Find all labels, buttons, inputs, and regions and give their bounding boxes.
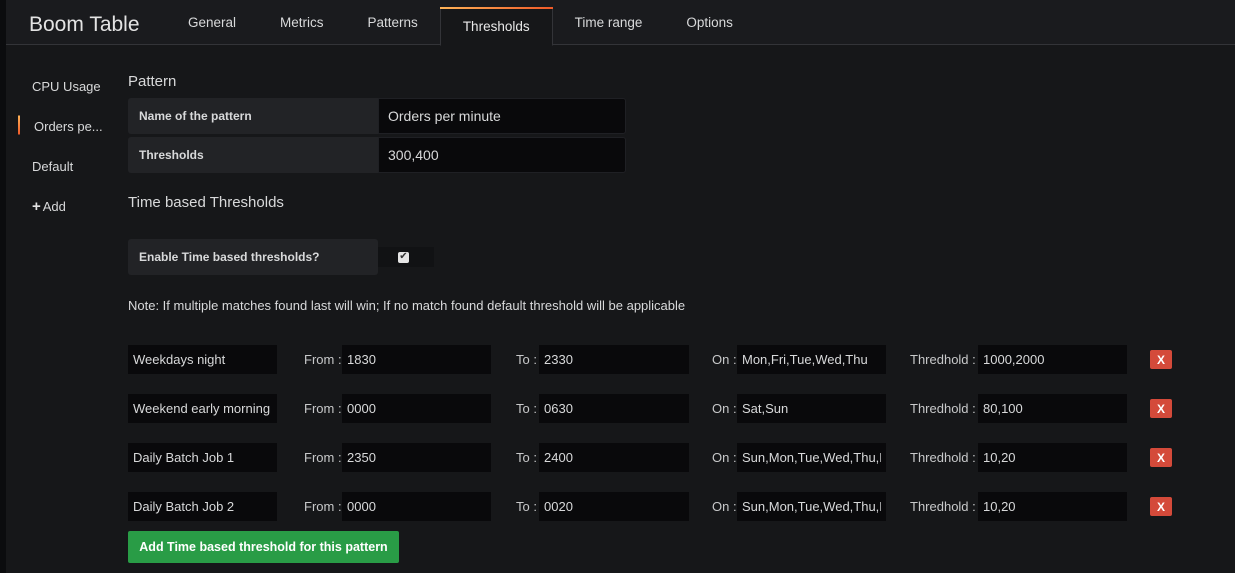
time-threshold-row: From : To : On : Thredhold : X [128,394,1188,423]
check-icon: ✔ [399,251,408,262]
tab-label: General [188,15,237,30]
tab-label: Thresholds [462,19,530,34]
pattern-thresholds-row: Thresholds [128,137,626,173]
pattern-name-input[interactable] [378,98,626,134]
to-label: To : [516,499,537,514]
tab-label: Metrics [280,15,324,30]
on-label: On : [712,499,737,514]
to-input[interactable] [539,492,689,521]
tab-time-range[interactable]: Time range [553,0,665,45]
from-label: From : [304,352,342,367]
sidebar-item-label: Default [32,158,74,174]
enable-time-based-checkbox-wrap: ✔ [378,247,434,267]
add-pattern-label: Add [42,198,66,214]
tab-general[interactable]: General [166,0,258,45]
to-input[interactable] [539,443,689,472]
enable-time-based-checkbox[interactable]: ✔ [398,251,409,263]
to-label: To : [516,352,537,367]
on-days-input[interactable] [737,394,886,423]
threshold-label: Thredhold : [910,401,976,416]
pattern-sidebar: CPU Usage Orders pe... Default + Add [18,66,118,226]
tab-metrics[interactable]: Metrics [258,0,346,45]
tab-label: Patterns [367,15,418,30]
time-based-note: Note: If multiple matches found last wil… [128,298,686,313]
threshold-label: Thredhold : [910,450,976,465]
from-input[interactable] [342,345,491,374]
threshold-input[interactable] [978,394,1127,423]
on-label: On : [712,450,737,465]
threshold-input[interactable] [978,492,1127,521]
sidebar-item-orders-per-minute[interactable]: Orders pe... [18,106,118,146]
add-pattern-button[interactable]: + Add [18,186,118,226]
pattern-thresholds-label: Thresholds [128,137,378,173]
pattern-thresholds-input[interactable] [378,137,626,173]
to-label: To : [516,450,537,465]
threshold-label: Thredhold : [910,499,976,514]
enable-time-based-label: Enable Time based thresholds? [128,239,378,275]
sidebar-item-cpu-usage[interactable]: CPU Usage [18,66,118,106]
on-label: On : [712,352,737,367]
time-based-section-title: Time based Thresholds [128,194,284,211]
left-edge [0,0,6,573]
from-input[interactable] [342,443,491,472]
on-days-input[interactable] [737,492,886,521]
sidebar-item-label: Orders pe... [34,118,103,134]
from-label: From : [304,401,342,416]
time-threshold-row: From : To : On : Thredhold : X [128,492,1188,521]
time-threshold-row: From : To : On : Thredhold : X [128,443,1188,472]
on-label: On : [712,401,737,416]
time-threshold-name-input[interactable] [128,394,277,423]
time-threshold-row: From : To : On : Thredhold : X [128,345,1188,374]
time-threshold-name-input[interactable] [128,443,277,472]
to-input[interactable] [539,394,689,423]
enable-time-based-row: Enable Time based thresholds? ✔ [128,239,434,275]
editor-tabs: General Metrics Patterns Thresholds Time… [166,0,755,46]
to-input[interactable] [539,345,689,374]
boom-table-editor: Boom Table General Metrics Patterns Thre… [0,0,1235,573]
pattern-name-label: Name of the pattern [128,98,378,134]
from-input[interactable] [342,492,491,521]
plus-icon: + [32,197,41,215]
threshold-input[interactable] [978,443,1127,472]
sidebar-item-default[interactable]: Default [18,146,118,186]
pattern-section-title: Pattern [128,73,177,90]
tab-patterns[interactable]: Patterns [346,0,440,45]
threshold-input[interactable] [978,345,1127,374]
delete-row-button[interactable]: X [1150,350,1172,369]
editor-header: Boom Table General Metrics Patterns Thre… [6,0,1235,46]
sidebar-item-label: CPU Usage [32,78,101,94]
panel-title: Boom Table [29,13,140,36]
threshold-label: Thredhold : [910,352,976,367]
from-label: From : [304,499,342,514]
time-threshold-name-input[interactable] [128,492,277,521]
delete-row-button[interactable]: X [1150,497,1172,516]
tab-thresholds[interactable]: Thresholds [439,7,553,46]
tab-options[interactable]: Options [664,0,755,45]
add-time-threshold-button[interactable]: Add Time based threshold for this patter… [128,531,399,563]
delete-row-button[interactable]: X [1150,399,1172,418]
from-input[interactable] [342,394,491,423]
pattern-name-row: Name of the pattern [128,98,626,134]
delete-row-button[interactable]: X [1150,448,1172,467]
tab-label: Time range [574,15,643,30]
tab-label: Options [686,15,733,30]
from-label: From : [304,450,342,465]
to-label: To : [516,401,537,416]
on-days-input[interactable] [737,345,886,374]
time-threshold-name-input[interactable] [128,345,277,374]
on-days-input[interactable] [737,443,886,472]
